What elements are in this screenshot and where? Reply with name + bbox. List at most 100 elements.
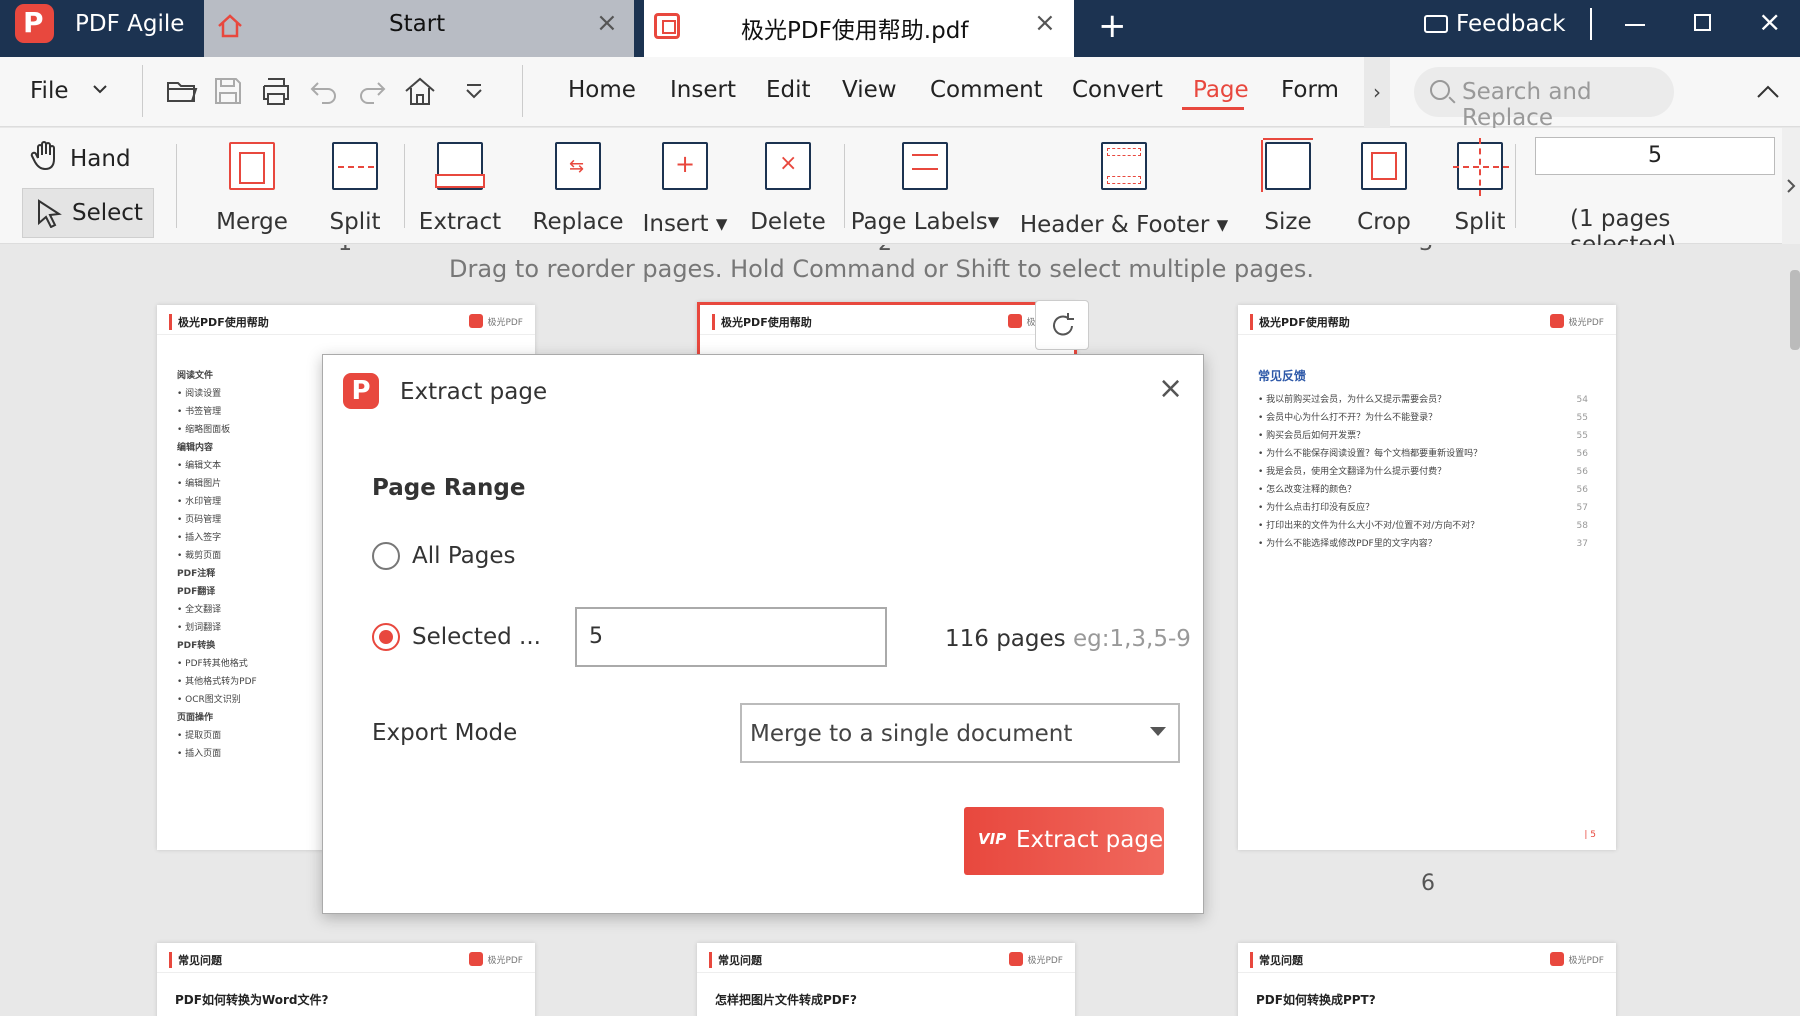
ribbon-divider: [1515, 144, 1516, 228]
tab-start-close-icon[interactable]: ×: [596, 8, 618, 38]
tab-start[interactable]: Start ×: [204, 0, 634, 57]
menu-edit[interactable]: Edit: [766, 77, 811, 103]
menu-more-chevron-icon[interactable]: ›: [1364, 57, 1390, 127]
menu-comment[interactable]: Comment: [930, 77, 1043, 103]
open-folder-icon[interactable]: [164, 73, 200, 109]
toc-heading: PDF转换: [177, 641, 216, 651]
redo-icon[interactable]: [354, 73, 390, 109]
select-label: Select: [72, 200, 143, 226]
replace-button[interactable]: ⇆ Replace: [533, 142, 623, 235]
page-number-input[interactable]: 5: [1535, 137, 1775, 175]
menubar-divider: [142, 65, 143, 117]
new-tab-button[interactable]: +: [1098, 6, 1127, 46]
toc-item: OCR图文识别: [177, 691, 257, 709]
undo-icon[interactable]: [306, 73, 342, 109]
crop-button[interactable]: Crop: [1357, 142, 1411, 235]
menu-convert[interactable]: Convert: [1072, 77, 1163, 103]
page-size-icon: [1261, 138, 1313, 192]
page-labels-label: Page Labels▾: [850, 209, 1000, 235]
app-logo: P: [15, 4, 54, 43]
menu-form[interactable]: Form: [1281, 77, 1339, 103]
feedback-icon: [1424, 15, 1448, 33]
tab-document[interactable]: 极光PDF使用帮助.pdf ×: [644, 0, 1074, 57]
hand-tool[interactable]: Hand: [30, 140, 131, 172]
dialog-app-logo: P: [343, 373, 379, 409]
search-input[interactable]: Search and Replace: [1414, 67, 1674, 131]
all-pages-label[interactable]: All Pages: [412, 543, 516, 569]
header-footer-button[interactable]: Header & Footer ▾: [1020, 142, 1228, 238]
feedback-button[interactable]: Feedback: [1424, 11, 1566, 37]
toc-item: 编辑图片: [177, 475, 257, 493]
extract-icon: [435, 142, 485, 190]
select-cursor-icon: [38, 199, 62, 228]
delete-label: Delete: [750, 209, 826, 235]
page-thumbnail-6[interactable]: 极光PDF使用帮助 极光PDF 常见反馈 我以前购买过会员，为什么又提示需要会员…: [1238, 305, 1616, 850]
faq-item: 购买会员后如何开发票？55: [1258, 427, 1588, 445]
home-icon: [218, 14, 242, 38]
merge-button[interactable]: Merge: [216, 142, 288, 235]
delete-button[interactable]: × Delete: [750, 142, 826, 235]
page-thumbnail-7[interactable]: 常见问题 极光PDF PDF如何转换为Word文件?: [157, 943, 535, 1016]
tab-document-close-icon[interactable]: ×: [1034, 8, 1056, 38]
menu-page[interactable]: Page: [1193, 77, 1249, 103]
file-chevron-down-icon[interactable]: [92, 83, 108, 95]
page-number: 1: [338, 245, 352, 256]
split-page-button[interactable]: Split: [1453, 138, 1509, 235]
pdf-file-icon: [654, 13, 680, 39]
page-thumbnail-9[interactable]: 常见问题 极光PDF PDF如何转换成PPT?: [1238, 943, 1616, 1016]
print-icon[interactable]: [258, 73, 294, 109]
tab-document-label: 极光PDF使用帮助.pdf: [741, 18, 969, 44]
menu-home[interactable]: Home: [568, 77, 636, 103]
select-tool[interactable]: Select: [22, 188, 154, 238]
collapse-ribbon-chevron-up-icon[interactable]: [1756, 84, 1780, 100]
export-mode-value: Merge to a single document: [750, 721, 1073, 747]
customize-dropdown-icon[interactable]: [456, 73, 492, 109]
export-mode-select[interactable]: Merge to a single document: [740, 703, 1180, 763]
ribbon-toolbar: Hand Select Merge Split Extract ⇆ Replac…: [0, 128, 1782, 258]
vertical-scrollbar[interactable]: [1790, 270, 1800, 350]
selected-pages-radio[interactable]: [372, 623, 400, 651]
vip-badge: VIP: [978, 830, 1007, 848]
faq-item: 为什么不能保存阅读设置？每个文档都要重新设置吗？56: [1258, 445, 1588, 463]
page-labels-button[interactable]: Page Labels▾: [851, 142, 999, 235]
menu-view[interactable]: View: [842, 77, 897, 103]
minimize-icon[interactable]: [1625, 24, 1645, 26]
thumbnail-heading: PDF如何转换成PPT?: [1256, 993, 1376, 1007]
rotate-page-button[interactable]: [1035, 300, 1089, 350]
selected-pages-label[interactable]: Selected ...: [412, 624, 541, 650]
split-label: Split: [329, 209, 381, 235]
save-icon[interactable]: [210, 73, 246, 109]
merge-label: Merge: [216, 209, 288, 235]
page-range-input[interactable]: 5: [575, 607, 887, 667]
thumbnail-title: 常见问题: [709, 952, 762, 968]
thumbnail-title: 常见问题: [169, 952, 222, 968]
toc-heading: PDF翻译: [177, 587, 216, 597]
all-pages-radio[interactable]: [372, 542, 400, 570]
thumbnail-title: 常见问题: [1250, 952, 1303, 968]
dialog-close-icon[interactable]: ×: [1158, 371, 1183, 406]
menu-file[interactable]: File: [30, 78, 69, 104]
faq-item: 为什么不能选择或修改PDF里的文字内容？37: [1258, 535, 1588, 553]
extract-page-button[interactable]: VIP Extract page: [964, 807, 1164, 875]
home-icon[interactable]: [402, 73, 438, 109]
extract-button[interactable]: Extract: [419, 142, 501, 235]
size-button[interactable]: Size: [1261, 138, 1313, 235]
hand-label: Hand: [70, 146, 131, 172]
faq-list: 常见反馈 我以前购买过会员，为什么又提示需要会员？54会员中心为什么打不开？为什…: [1258, 367, 1588, 553]
insert-label: Insert ▾: [642, 211, 728, 237]
ribbon-scroll-right-icon[interactable]: [1782, 128, 1800, 244]
titlebar-divider: [1590, 8, 1592, 40]
chevron-down-icon: [1150, 727, 1166, 736]
menubar-divider: [522, 65, 523, 117]
menu-insert[interactable]: Insert: [670, 77, 736, 103]
header-footer-label: Header & Footer ▾: [1019, 212, 1229, 238]
split-page-icon: [1453, 138, 1509, 196]
insert-button[interactable]: + Insert ▾: [643, 142, 727, 237]
split-button[interactable]: Split: [330, 142, 381, 235]
rotate-icon: [1053, 313, 1074, 336]
window-close-icon[interactable]: ×: [1758, 5, 1781, 38]
maximize-icon[interactable]: [1694, 14, 1711, 31]
reorder-hint: Drag to reorder pages. Hold Command or S…: [449, 255, 1315, 283]
page-thumbnail-8[interactable]: 常见问题 极光PDF 怎样把图片文件转成PDF?: [697, 943, 1075, 1016]
toc-item: 缩略图面板: [177, 421, 257, 439]
